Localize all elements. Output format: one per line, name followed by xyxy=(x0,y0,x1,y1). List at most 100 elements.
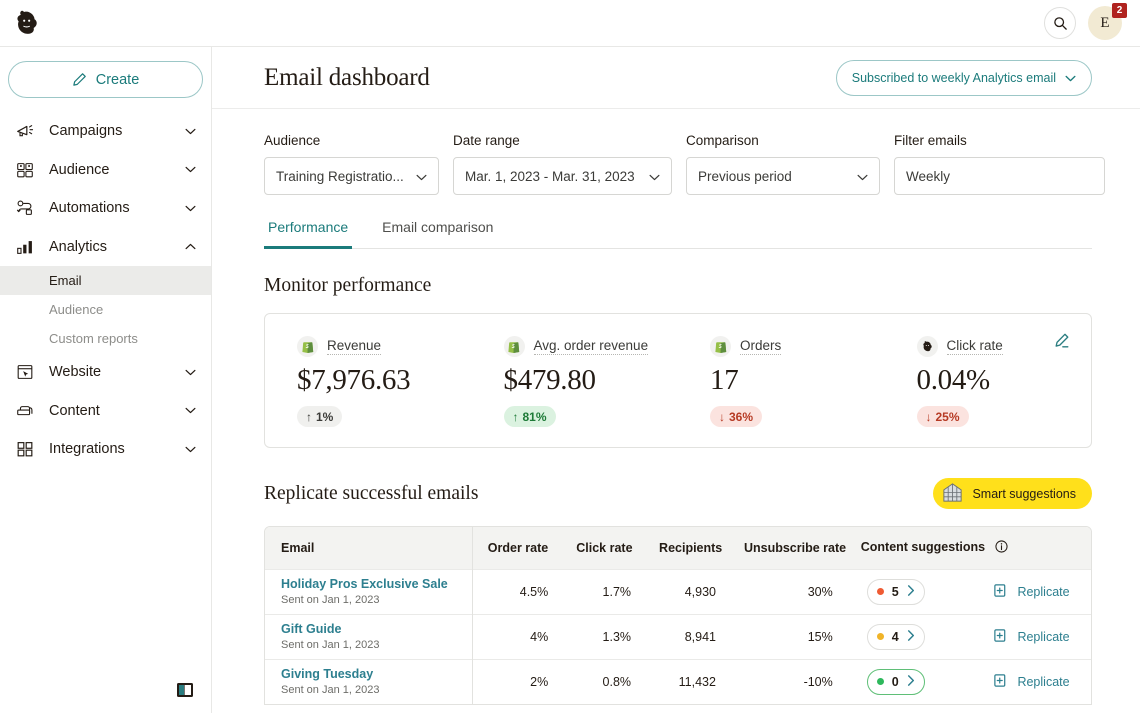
main-content: Email dashboard Subscribed to weekly Ana… xyxy=(212,47,1140,713)
tab-bar: Performance Email comparison xyxy=(264,218,1092,249)
table-row[interactable]: Gift Guide Sent on Jan 1, 2023 4% 1.3% 8… xyxy=(265,614,1091,659)
sidebar-subitem-audience[interactable]: Audience xyxy=(0,295,211,324)
metric-label: Orders xyxy=(740,338,781,355)
suggestions-count: 0 xyxy=(892,675,899,689)
replicate-section-title: Replicate successful emails xyxy=(264,483,478,505)
arrow-down-icon: ↓ xyxy=(719,410,725,424)
create-button[interactable]: Create xyxy=(8,61,203,98)
cell-recipients: 11,432 xyxy=(645,659,730,704)
metric-revenue: Revenue $7,976.63 ↑ 1% xyxy=(265,336,472,427)
filter-audience: Audience Training Registratio... xyxy=(264,133,439,195)
greenhouse-icon xyxy=(941,481,964,507)
email-name-link[interactable]: Giving Tuesday xyxy=(281,667,458,681)
cell-click-rate: 1.7% xyxy=(562,569,645,614)
metric-change-value: 25% xyxy=(936,410,960,424)
sidebar-subitem-custom-reports[interactable]: Custom reports xyxy=(0,324,211,353)
email-name-link[interactable]: Gift Guide xyxy=(281,622,458,636)
sidebar-item-content[interactable]: Content xyxy=(0,392,211,431)
info-icon[interactable] xyxy=(995,540,1008,556)
replicate-button[interactable]: Replicate xyxy=(993,628,1069,646)
sidebar-item-website[interactable]: Website xyxy=(0,353,211,392)
cell-unsubscribe-rate: 15% xyxy=(730,614,847,659)
chevron-down-icon xyxy=(183,446,197,453)
table-row[interactable]: Holiday Pros Exclusive Sale Sent on Jan … xyxy=(265,569,1091,614)
metric-change-badge: ↑ 1% xyxy=(297,406,342,427)
filter-label: Filter emails xyxy=(894,133,1105,148)
notification-badge: 2 xyxy=(1112,3,1127,18)
metric-change-value: 36% xyxy=(729,410,753,424)
cell-email: Giving Tuesday Sent on Jan 1, 2023 xyxy=(265,659,472,704)
sidebar-subitem-email[interactable]: Email xyxy=(0,266,211,295)
search-icon[interactable] xyxy=(1044,7,1076,39)
integrations-grid-icon xyxy=(14,439,36,459)
content-suggestions-pill[interactable]: 4 xyxy=(867,624,925,650)
column-header-recipients: Recipients xyxy=(645,527,730,569)
chevron-down-icon xyxy=(183,407,197,414)
cell-click-rate: 0.8% xyxy=(562,659,645,704)
table-row[interactable]: Giving Tuesday Sent on Jan 1, 2023 2% 0.… xyxy=(265,659,1091,704)
date-range-select[interactable]: Mar. 1, 2023 - Mar. 31, 2023 xyxy=(453,157,672,195)
content-suggestions-pill[interactable]: 0 xyxy=(867,669,925,695)
replicate-table: Email Order rate Click rate Recipients U… xyxy=(265,527,1091,704)
email-name-link[interactable]: Holiday Pros Exclusive Sale xyxy=(281,577,458,591)
mailchimp-logo-icon[interactable] xyxy=(10,6,44,40)
sidebar-item-audience[interactable]: Audience xyxy=(0,151,211,190)
cell-order-rate: 4% xyxy=(472,614,562,659)
comparison-select[interactable]: Previous period xyxy=(686,157,880,195)
shopify-bag-icon xyxy=(504,336,525,357)
sidebar-nav: Campaigns xyxy=(0,108,211,469)
tab-email-comparison[interactable]: Email comparison xyxy=(378,219,497,249)
smart-suggestions-label: Smart suggestions xyxy=(972,487,1076,501)
collapse-panel-icon[interactable] xyxy=(176,681,194,699)
chevron-right-icon xyxy=(907,675,915,689)
smart-suggestions-button[interactable]: Smart suggestions xyxy=(933,478,1092,509)
metric-value: 0.04% xyxy=(917,364,1092,397)
sidebar-item-analytics[interactable]: Analytics xyxy=(0,228,211,267)
sidebar-item-label: Campaigns xyxy=(49,123,170,139)
metric-change-value: 81% xyxy=(523,410,547,424)
cell-unsubscribe-rate: -10% xyxy=(730,659,847,704)
cell-content-suggestions: 5 xyxy=(847,569,980,614)
metric-value: 17 xyxy=(710,364,885,397)
filter-emails-input[interactable]: Weekly xyxy=(894,157,1105,195)
cell-email: Holiday Pros Exclusive Sale Sent on Jan … xyxy=(265,569,472,614)
sidebar-item-integrations[interactable]: Integrations xyxy=(0,430,211,469)
metric-header: Revenue xyxy=(297,336,472,357)
column-header-email: Email xyxy=(265,527,472,569)
metric-change-value: 1% xyxy=(316,410,333,424)
column-header-click-rate: Click rate xyxy=(562,527,645,569)
automations-icon xyxy=(14,198,36,218)
table-body: Holiday Pros Exclusive Sale Sent on Jan … xyxy=(265,569,1091,704)
app-root: E 2 Create xyxy=(0,0,1140,713)
edit-metrics-icon[interactable] xyxy=(1052,332,1071,356)
avatar[interactable]: E 2 xyxy=(1088,6,1122,40)
tab-performance[interactable]: Performance xyxy=(264,219,352,249)
sidebar-item-campaigns[interactable]: Campaigns xyxy=(0,112,211,151)
chevron-down-icon xyxy=(649,169,660,184)
audience-select-value: Training Registratio... xyxy=(276,169,408,184)
table-head: Email Order rate Click rate Recipients U… xyxy=(265,527,1091,569)
cell-content-suggestions: 4 xyxy=(847,614,980,659)
replicate-button[interactable]: Replicate xyxy=(993,583,1069,601)
status-dot-amber xyxy=(877,633,884,640)
chevron-down-icon xyxy=(183,369,197,376)
subscribed-weekly-analytics-button[interactable]: Subscribed to weekly Analytics email xyxy=(836,60,1092,96)
sidebar-item-label: Analytics xyxy=(49,239,170,255)
metric-change-badge: ↑ 81% xyxy=(504,406,556,427)
filter-label: Date range xyxy=(453,133,672,148)
sidebar-item-automations[interactable]: Automations xyxy=(0,189,211,228)
chevron-down-icon xyxy=(857,169,868,184)
page-title: Email dashboard xyxy=(264,64,430,92)
content-icon xyxy=(14,401,36,421)
content-suggestions-pill[interactable]: 5 xyxy=(867,579,925,605)
filter-date-range: Date range Mar. 1, 2023 - Mar. 31, 2023 xyxy=(453,133,672,195)
cell-email: Gift Guide Sent on Jan 1, 2023 xyxy=(265,614,472,659)
date-range-select-value: Mar. 1, 2023 - Mar. 31, 2023 xyxy=(465,169,641,184)
shopify-bag-icon xyxy=(710,336,731,357)
audience-select[interactable]: Training Registratio... xyxy=(264,157,439,195)
chevron-up-icon xyxy=(183,243,197,250)
sidebar-item-label: Website xyxy=(49,364,170,380)
metric-orders: Orders 17 ↓ 36% xyxy=(678,336,885,427)
cell-content-suggestions: 0 xyxy=(847,659,980,704)
replicate-button[interactable]: Replicate xyxy=(993,673,1069,691)
